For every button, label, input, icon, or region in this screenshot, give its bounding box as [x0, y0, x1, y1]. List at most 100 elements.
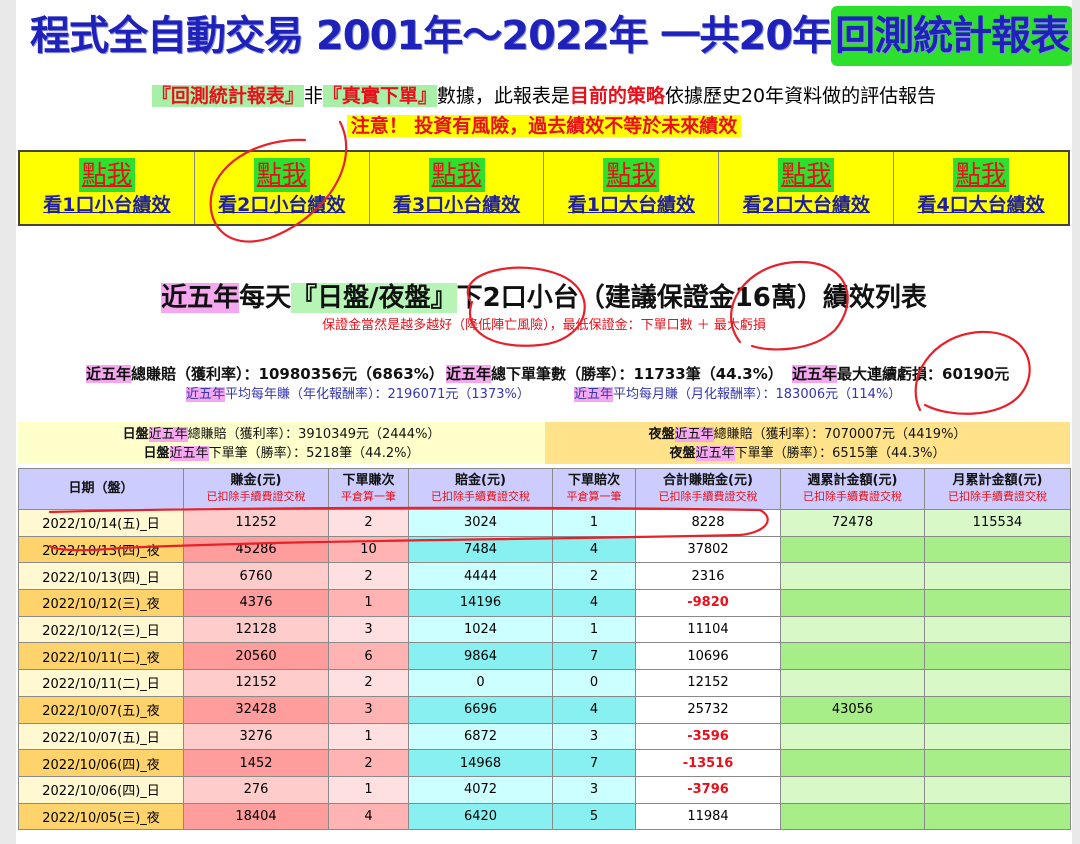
- section-title: 近五年每天『日盤/夜盤』下2口小台（建議保證金16萬）績效列表: [16, 280, 1072, 316]
- cell-win: 11252: [183, 509, 329, 537]
- cell-loss: 14196: [408, 589, 553, 617]
- column-header-note: 已扣除手續費證交稅: [948, 490, 1047, 503]
- cell-week: [780, 589, 925, 617]
- cell-wcnt: 3: [328, 695, 409, 724]
- cell-total: -13516: [635, 749, 781, 777]
- cell-lcnt: 5: [552, 802, 636, 831]
- cell-lcnt: 4: [552, 695, 636, 724]
- performance-links: 點我 看1口小台績效 點我 看2口小台績效 點我 看3口小台績效 點我 看1口大…: [18, 150, 1070, 226]
- link-label[interactable]: 看3口小台績效: [370, 192, 544, 218]
- cell-loss: 6420: [408, 802, 553, 831]
- table-row: 2022/10/12(三)_日 12128 3 1024 1 11104: [18, 615, 1071, 644]
- cell-month: [924, 642, 1071, 671]
- link-cell[interactable]: 點我 看2口小台績效: [195, 152, 370, 224]
- click-me-link[interactable]: 點我: [78, 158, 135, 192]
- cell-week: [780, 642, 925, 671]
- column-header-note: 已扣除手續費證交稅: [206, 490, 306, 503]
- click-me-link[interactable]: 點我: [428, 158, 485, 192]
- title-highlight: 回測統計報表: [831, 6, 1072, 66]
- cell-total: 11104: [635, 615, 781, 644]
- cell-month: [924, 562, 1071, 591]
- cell-date: 2022/10/13(四)_夜: [18, 535, 184, 564]
- cell-date: 2022/10/07(五)_夜: [18, 695, 184, 724]
- column-header-note: 平倉算一筆: [341, 490, 396, 503]
- cell-win: 4376: [183, 589, 329, 617]
- cell-loss: 0: [408, 669, 553, 697]
- cell-week: [780, 802, 925, 831]
- cell-wcnt: 2: [328, 669, 409, 697]
- cell-loss: 6872: [408, 722, 553, 751]
- cell-week: 72478: [780, 509, 925, 537]
- click-me-link[interactable]: 點我: [778, 158, 835, 192]
- cell-win: 18404: [183, 802, 329, 831]
- cell-week: [780, 722, 925, 751]
- table-header-row: 日期（盤） 賺金(元) 已扣除手續費證交稅 下單賺次 平倉算一筆 賠金(元) 已扣除手續費證…: [18, 468, 1071, 510]
- click-me-link[interactable]: 點我: [253, 158, 310, 192]
- link-cell[interactable]: 點我 看2口大台績效: [719, 152, 895, 224]
- column-header: 合計賺賠金(元) 已扣除手續費證交稅: [635, 468, 781, 510]
- night-session-summary: 夜盤近五年總賺賠（獲利率）：7070007元（4419%） 夜盤近五年下單筆（勝…: [545, 422, 1070, 464]
- report-page: 程式全自動交易 2001年～2022年 一共20年 回測統計報表 『回測統計報表』…: [16, 0, 1072, 844]
- cell-date: 2022/10/07(五)_日: [18, 722, 184, 751]
- cell-loss: 4072: [408, 775, 553, 804]
- column-header-label: 日期（盤）: [68, 481, 134, 496]
- disclaimer-text-2: 數據，此報表是: [436, 85, 570, 107]
- stat-total-orders: 近五年總下單筆數（勝率）：11733筆（44.3%）: [446, 365, 783, 383]
- table-row: 2022/10/07(五)_夜 32428 3 6696 4 25732 43056: [18, 695, 1071, 724]
- cell-loss: 6696: [408, 695, 553, 724]
- link-cell[interactable]: 點我 看1口小台績效: [20, 152, 195, 224]
- cell-date: 2022/10/14(五)_日: [18, 509, 184, 537]
- cell-total: 25732: [635, 695, 781, 724]
- cell-total: 2316: [635, 562, 781, 591]
- link-label[interactable]: 看2口大台績效: [719, 192, 893, 218]
- column-header: 月累計金額(元) 已扣除手續費證交稅: [924, 468, 1071, 510]
- cell-wcnt: 1: [328, 722, 409, 751]
- cell-lcnt: 1: [552, 509, 636, 537]
- disclaimer-text-1: 非: [303, 85, 323, 107]
- cell-lcnt: 3: [552, 722, 636, 751]
- link-label[interactable]: 看1口小台績效: [20, 192, 194, 218]
- cell-date: 2022/10/06(四)_日: [18, 775, 184, 804]
- cell-loss: 7484: [408, 535, 553, 564]
- column-header-label: 下單賺次: [342, 473, 395, 488]
- page-title: 程式全自動交易 2001年～2022年 一共20年 回測統計報表: [30, 6, 1072, 66]
- cell-week: [780, 562, 925, 591]
- link-cell[interactable]: 點我 看4口大台績效: [894, 152, 1068, 224]
- cell-date: 2022/10/12(三)_夜: [18, 589, 184, 617]
- table-row: 2022/10/06(四)_日 276 1 4072 3 -3796: [18, 775, 1071, 804]
- cell-month: 115534: [924, 509, 1071, 537]
- column-header-note: 已扣除手續費證交稅: [431, 490, 530, 503]
- cell-win: 20560: [183, 642, 329, 671]
- click-me-link[interactable]: 點我: [603, 158, 660, 192]
- cell-win: 12128: [183, 615, 329, 644]
- cell-week: [780, 749, 925, 777]
- cell-win: 32428: [183, 695, 329, 724]
- click-me-link[interactable]: 點我: [953, 158, 1010, 192]
- disclaimer-text-3: 依據歷史20年資料做的評估報告: [664, 85, 937, 107]
- cell-date: 2022/10/06(四)_夜: [18, 749, 184, 777]
- cell-lcnt: 7: [552, 749, 636, 777]
- cell-month: [924, 775, 1071, 804]
- column-header-note: 已扣除手續費證交稅: [803, 490, 902, 503]
- cell-total: 8228: [635, 509, 781, 537]
- link-label[interactable]: 看1口大台績效: [544, 192, 718, 218]
- cell-loss: 1024: [408, 615, 553, 644]
- link-label[interactable]: 看4口大台績效: [894, 192, 1068, 218]
- risk-warning-row: 注意！ 投資有風險，過去績效不等於未來績效: [16, 112, 1072, 140]
- report-disclaimer: 『回測統計報表』非『真實下單』數據，此報表是目前的策略依據歷史20年資料做的評估…: [16, 82, 1072, 110]
- performance-table: 日期（盤） 賺金(元) 已扣除手續費證交稅 下單賺次 平倉算一筆 賠金(元) 已扣除手續費證…: [18, 468, 1071, 831]
- cell-wcnt: 2: [328, 562, 409, 591]
- day-profit: 日盤近五年總賺賠（獲利率）：3910349元（2444%）: [122, 427, 441, 442]
- cell-loss: 4444: [408, 562, 553, 591]
- link-cell[interactable]: 點我 看3口小台績效: [370, 152, 545, 224]
- cell-week: [780, 615, 925, 644]
- cell-total: -3596: [635, 722, 781, 751]
- table-row: 2022/10/13(四)_夜 45286 10 7484 4 37802: [18, 535, 1071, 564]
- link-cell[interactable]: 點我 看1口大台績效: [544, 152, 720, 224]
- link-label[interactable]: 看2口小台績效: [195, 192, 369, 218]
- cell-month: [924, 669, 1071, 697]
- stat-yearly: 近五年平均每年賺（年化報酬率）：2196071元（1373%）: [186, 387, 530, 402]
- cell-month: [924, 615, 1071, 644]
- column-header: 賠金(元) 已扣除手續費證交稅: [408, 468, 553, 510]
- cell-date: 2022/10/12(三)_日: [18, 615, 184, 644]
